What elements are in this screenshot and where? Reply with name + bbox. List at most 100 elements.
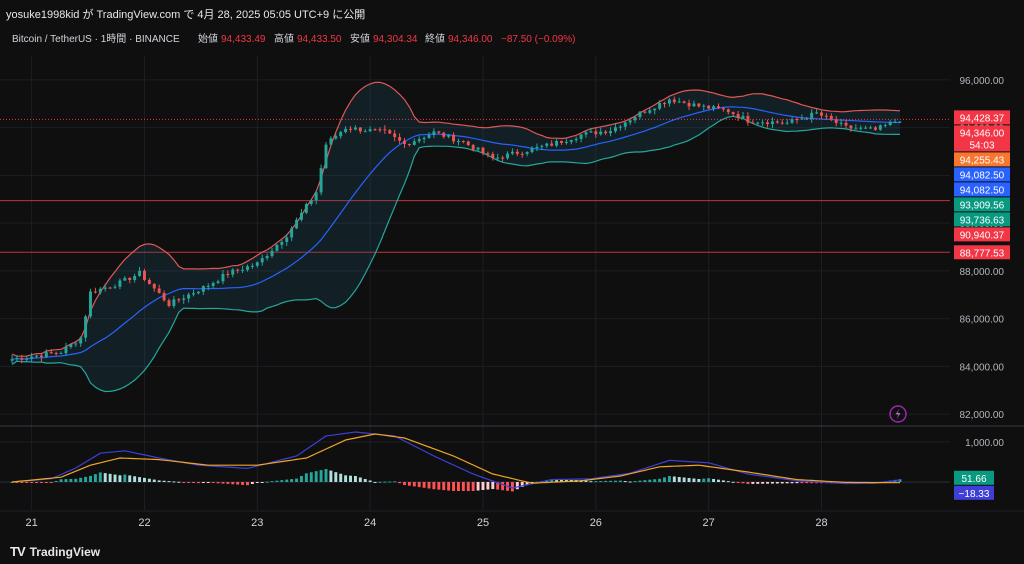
candle-body (780, 122, 784, 124)
macd-histogram-bar (79, 477, 83, 482)
macd-histogram-bar (84, 476, 88, 482)
candle-body (672, 99, 676, 103)
macd-histogram-bar (805, 482, 809, 484)
macd-histogram-bar (304, 473, 308, 482)
macd-histogram-bar (618, 480, 622, 482)
candle-body (142, 270, 146, 281)
legend-change: −87.50 (−0.09%) (501, 34, 576, 45)
candle-body (260, 258, 264, 263)
candle-body (692, 103, 696, 107)
price-label-text: 94,255.43 (960, 155, 1005, 166)
legend-high-value: 94,433.50 (297, 34, 342, 45)
legend-open-label: 始値 (198, 32, 218, 45)
candle-body (344, 128, 348, 133)
macd-histogram-bar (44, 482, 48, 483)
candle-body (216, 281, 220, 283)
candle-body (373, 129, 377, 131)
macd-histogram-bar (133, 476, 137, 482)
macd-histogram-bar (775, 482, 779, 484)
macd-histogram-bar (456, 482, 460, 491)
macd-histogram-bar (98, 472, 102, 482)
candle-body (569, 140, 573, 142)
macd-histogram-bar (510, 482, 514, 492)
macd-histogram-bar (280, 480, 284, 482)
macd-histogram-bar (49, 482, 53, 483)
macd-histogram-bar (275, 480, 279, 482)
macd-histogram-bar (452, 482, 456, 491)
candle-body (501, 157, 505, 159)
macd-histogram-bar (717, 479, 720, 482)
macd-histogram-bar (123, 474, 127, 482)
macd-histogram-bar (177, 481, 181, 483)
candle-body (378, 129, 382, 131)
candle-body (290, 228, 294, 238)
macd-histogram-bar (746, 482, 750, 484)
candle-body (15, 358, 19, 360)
macd-histogram-bar (726, 481, 730, 483)
macd-histogram-bar (780, 482, 784, 484)
candle-body (123, 277, 127, 281)
candle-body (618, 126, 622, 128)
macd-histogram-bar (501, 482, 505, 491)
candle-body (211, 282, 215, 286)
macd-histogram-bar (623, 481, 627, 483)
candle-body (167, 300, 171, 306)
macd-histogram-bar (368, 480, 372, 482)
candle-body (653, 108, 657, 111)
candle-body (422, 137, 426, 140)
macd-histogram-bar (609, 480, 613, 482)
macd-histogram-bar (314, 471, 318, 482)
macd-histogram-bar (20, 482, 24, 483)
macd-histogram-bar (64, 479, 68, 482)
macd-histogram-bar (412, 482, 416, 487)
macd-histogram-bar (54, 480, 58, 482)
candle-body (486, 153, 490, 155)
candle-body (388, 130, 392, 134)
candle-body (226, 273, 230, 275)
candle-body (54, 352, 58, 354)
candle-body (560, 140, 563, 143)
candle-body (319, 168, 323, 193)
legend-symbol[interactable]: Bitcoin / TetherUS · 1時間 · BINANCE (12, 33, 180, 45)
macd-histogram-bar (187, 482, 191, 483)
macd-histogram-bar (653, 479, 657, 482)
candle-body (231, 269, 235, 275)
macd-histogram-bar (476, 482, 480, 491)
candle-body (324, 144, 328, 169)
candle-body (525, 152, 529, 154)
price-chart[interactable]: 96,000.0094,000.0092,000.0090,000.0088,0… (0, 26, 1024, 538)
candle-body (844, 122, 848, 126)
macd-histogram-bar (785, 482, 789, 484)
candle-body (834, 119, 838, 124)
macd-histogram-bar (692, 478, 696, 482)
candle-body (869, 127, 873, 129)
candle-body (182, 298, 186, 300)
candle-body (736, 114, 740, 118)
macd-histogram-bar (35, 482, 39, 483)
macd-histogram-bar (196, 482, 200, 484)
tradingview-logo[interactable]: TV TradingView (10, 544, 100, 559)
candle-body (712, 106, 716, 109)
candle-body (133, 275, 137, 280)
candle-body (398, 137, 402, 141)
y-tick-label: 96,000.00 (960, 76, 1005, 87)
candle-body (893, 121, 897, 123)
macd-histogram-bar (707, 478, 711, 482)
macd-histogram-bar (299, 475, 303, 482)
candle-body (849, 125, 853, 129)
candle-body (285, 237, 289, 242)
macd-histogram-bar (147, 478, 151, 482)
candle-body (638, 111, 642, 118)
candle-body (604, 131, 608, 134)
candle-body (766, 122, 770, 125)
macd-histogram-bar (226, 482, 230, 484)
macd-histogram-bar (687, 478, 691, 482)
macd-histogram-bar (604, 480, 608, 482)
y-tick-label: 88,000.00 (960, 267, 1005, 278)
macd-histogram-bar (206, 482, 210, 483)
candle-body (437, 131, 441, 133)
macd-histogram-bar (172, 481, 176, 483)
x-tick-label: 27 (703, 517, 715, 529)
legend-low-label: 安値 (350, 32, 370, 45)
candle-body (98, 288, 102, 293)
